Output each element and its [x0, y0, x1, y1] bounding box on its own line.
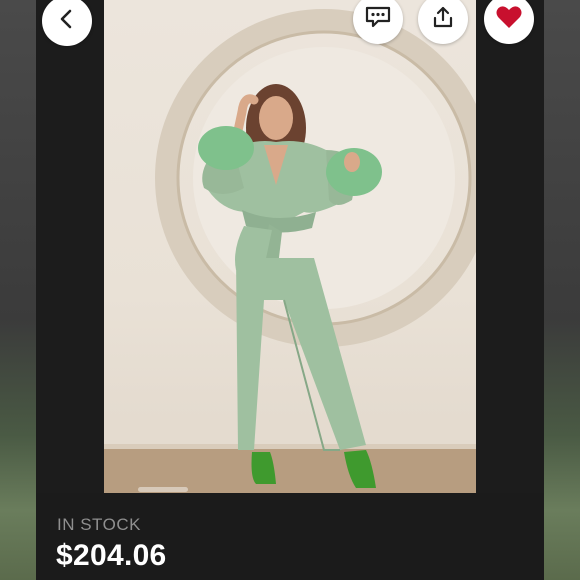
product-image[interactable]	[104, 0, 476, 493]
chevron-left-icon	[56, 8, 78, 35]
heart-icon	[495, 4, 523, 35]
product-info-panel: IN STOCK $204.06	[36, 493, 544, 580]
model-face	[259, 96, 293, 140]
product-screen: IN STOCK $204.06	[0, 0, 580, 580]
blurred-background-right	[544, 0, 580, 580]
feather-cuff-left	[198, 126, 254, 170]
comment-icon	[365, 5, 391, 34]
stock-status: IN STOCK	[57, 515, 141, 534]
blurred-background-left	[0, 0, 36, 580]
model-hand-right	[344, 152, 360, 172]
carousel-indicator	[138, 487, 188, 492]
baseboard	[104, 444, 476, 449]
product-photo-illustration	[104, 9, 476, 493]
price: $204.06	[56, 539, 167, 572]
share-icon	[431, 5, 455, 34]
